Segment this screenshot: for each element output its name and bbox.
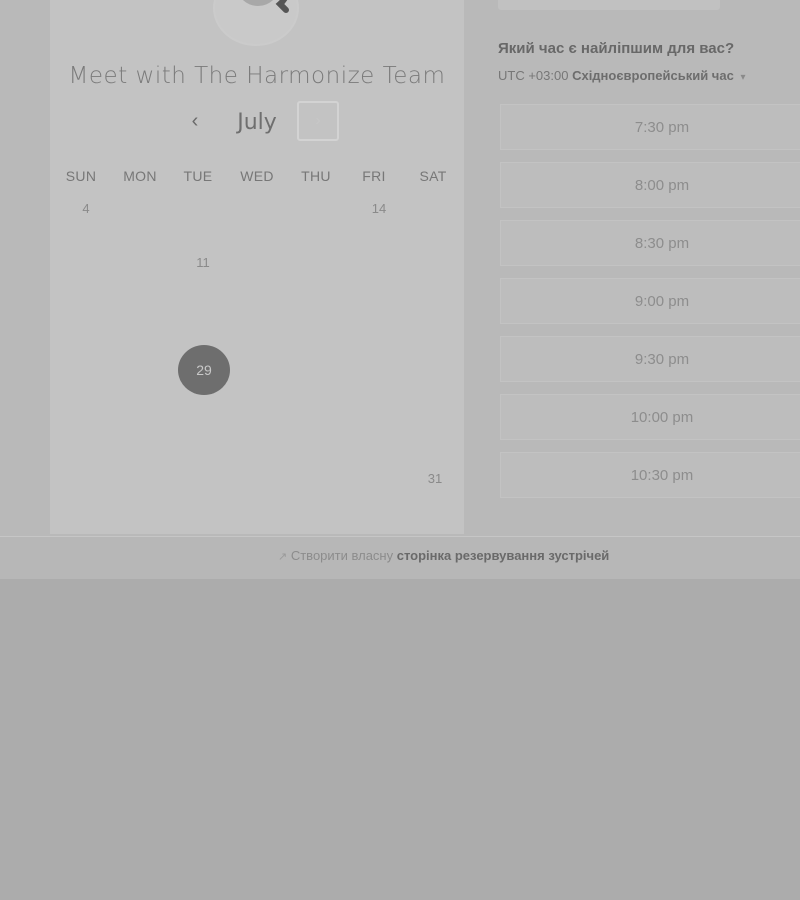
arrow-icon: ↗ [278, 551, 288, 563]
create-booking-page-link[interactable]: ↗ Створити власну сторінка резервування … [278, 548, 609, 563]
time-question-heading: Який час є найліпшим для вас? [498, 40, 735, 57]
event-title: Meet with The Harmonize Team [68, 63, 446, 89]
weekday-thu: THU [301, 168, 331, 184]
weekday-tue: TUE [183, 168, 213, 184]
weekday-wed: WED [240, 168, 274, 184]
time-slot-label: 10:00 pm [630, 409, 694, 426]
weekday-mon: MON [123, 168, 157, 184]
time-slot-label: 7:30 pm [634, 119, 690, 136]
time-slot[interactable]: 10:00 pm [500, 394, 800, 440]
time-slot[interactable]: 7:30 pm [500, 104, 800, 150]
time-slot[interactable]: 8:00 pm [500, 162, 800, 208]
weekday-fri: FRI [362, 168, 386, 184]
calendar-day[interactable]: 4 [66, 201, 106, 216]
month-label: July [237, 110, 277, 135]
timezone-name: Східноєвропейський час [572, 68, 734, 83]
time-slot-label: 9:00 pm [634, 293, 690, 310]
calendar-day[interactable]: 14 [359, 201, 399, 216]
chat-bubble-logo-icon [242, 0, 289, 13]
timezone-selector[interactable]: UTC +03:00 Східноєвропейський час ▾ [498, 68, 745, 83]
time-slot[interactable]: 10:30 pm [500, 452, 800, 498]
chevron-down-icon: ▾ [740, 72, 746, 83]
previous-month-button[interactable]: ‹ [182, 108, 208, 136]
calendar-day-selected[interactable]: 29 [178, 345, 230, 395]
create-link-prefix: Створити власну [290, 548, 394, 563]
weekday-sun: SUN [65, 168, 97, 184]
time-slot[interactable]: 9:30 pm [500, 336, 800, 382]
create-link-label: сторінка резервування зустрічей [396, 548, 610, 563]
time-slot[interactable]: 9:00 pm [500, 278, 800, 324]
next-month-button[interactable]: › [297, 101, 339, 141]
time-slot-label: 10:30 pm [630, 467, 694, 484]
time-slot-label: 9:30 pm [634, 351, 690, 368]
calendar-day[interactable]: 31 [415, 471, 455, 486]
timezone-offset: UTC +03:00 [498, 68, 569, 83]
calendar-day[interactable]: 11 [183, 255, 223, 270]
weekday-sat: SAT [419, 168, 447, 184]
time-slot[interactable]: 8:30 pm [500, 220, 800, 266]
top-tabs [498, 0, 720, 10]
time-slot-label: 8:00 pm [634, 177, 690, 194]
time-slot-label: 8:30 pm [634, 235, 690, 252]
